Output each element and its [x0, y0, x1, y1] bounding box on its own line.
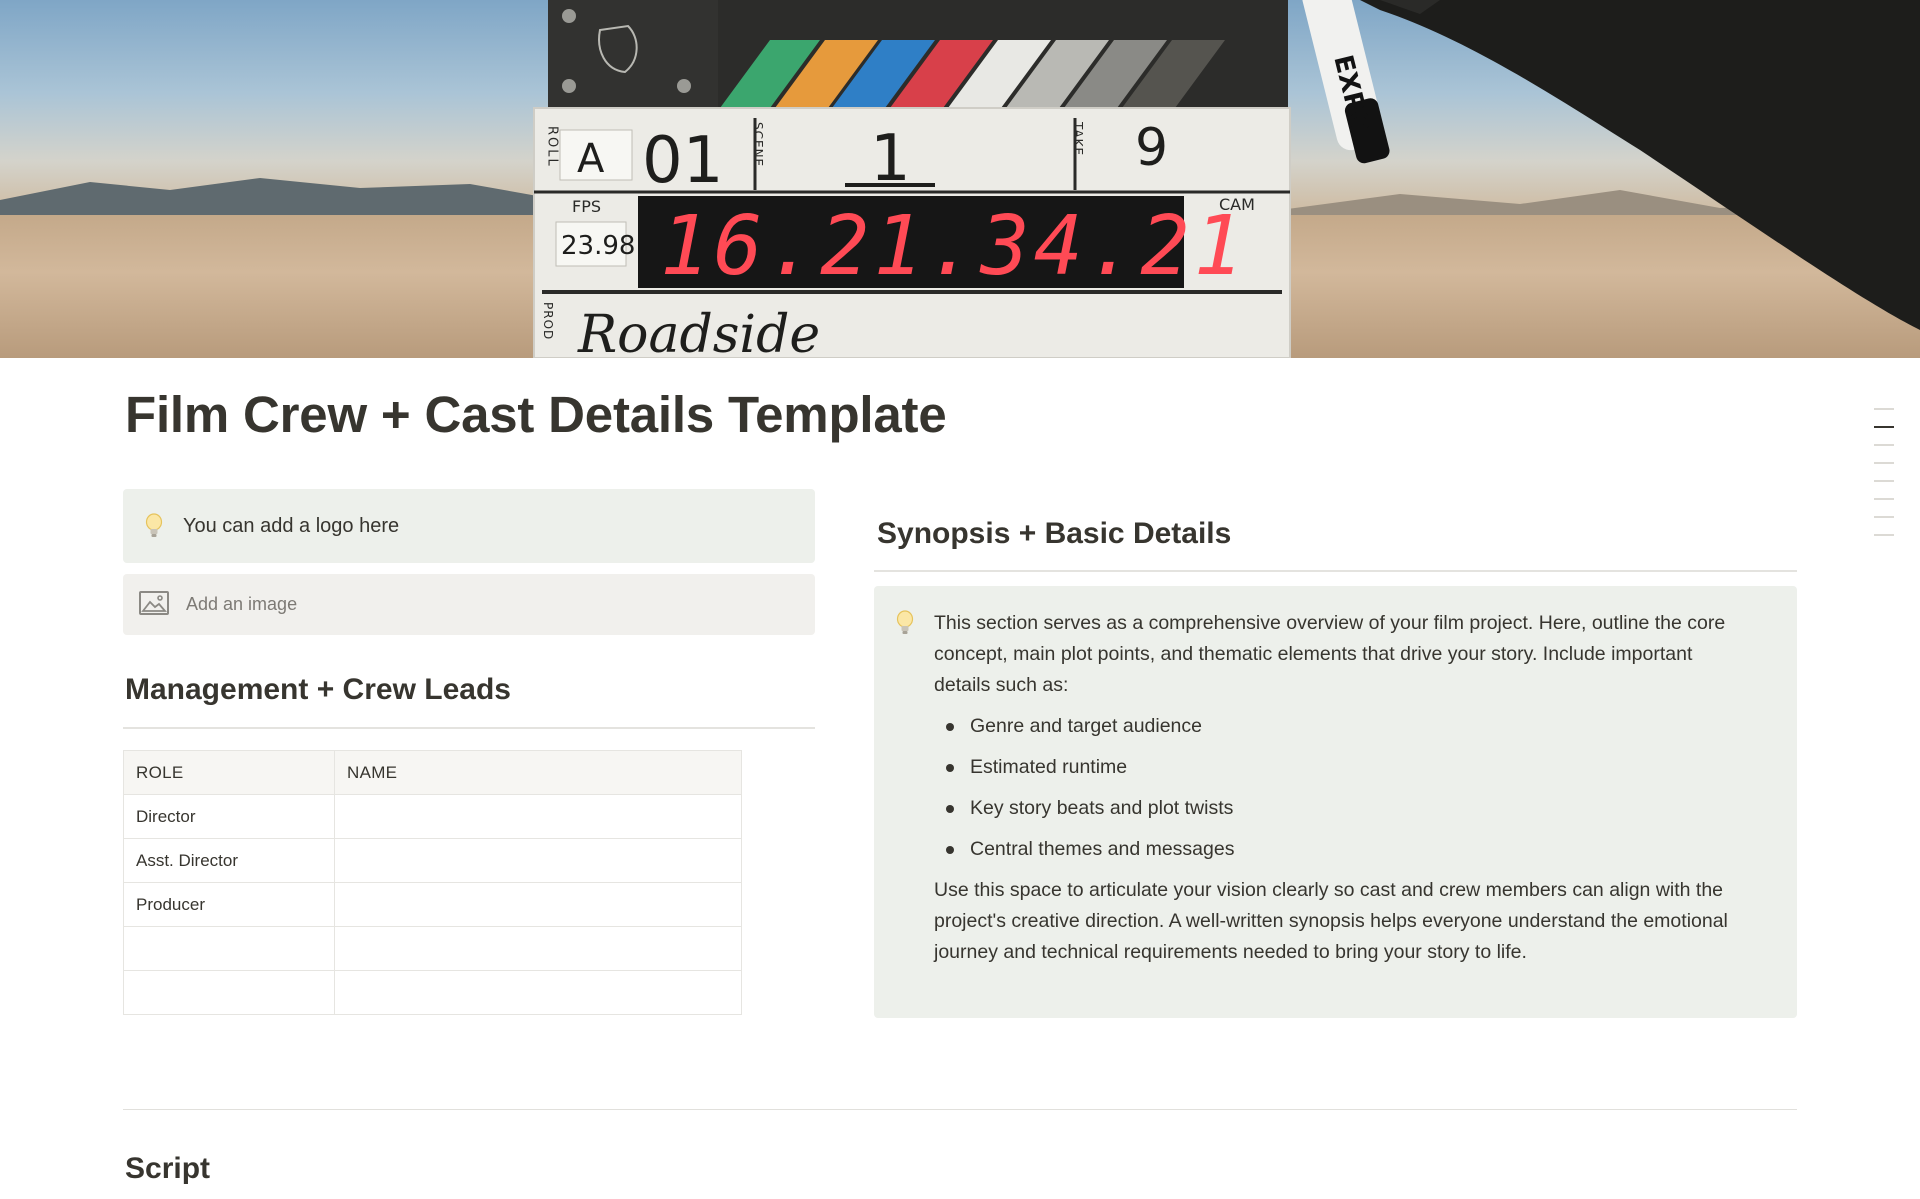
- lightbulb-icon: [145, 513, 163, 544]
- slate-take-label: TAKE: [1071, 121, 1085, 156]
- add-image-label: Add an image: [186, 594, 298, 614]
- role-cell[interactable]: Producer: [123, 882, 335, 927]
- slate-roll-label: ROLL: [545, 126, 560, 168]
- column-header-role[interactable]: ROLE: [123, 750, 335, 795]
- slate-production: Roadside: [577, 305, 820, 358]
- crew-table[interactable]: ROLE NAME Director Asst. Director Produc…: [123, 750, 742, 1015]
- clapperboard: EXPO ROLL A 01 SCENE 1 TAKE 9 FPS 23.98 …: [533, 0, 1920, 358]
- synopsis-heading-rule: [874, 570, 1797, 572]
- bullet-icon: [946, 723, 954, 731]
- table-row: [123, 970, 742, 1015]
- role-cell[interactable]: [123, 926, 335, 971]
- bullet-icon: [946, 805, 954, 813]
- bullet-text: Central themes and messages: [970, 838, 1235, 860]
- slate-fps: 23.98: [561, 231, 635, 261]
- role-cell[interactable]: [123, 970, 335, 1015]
- bullet-icon: [946, 846, 954, 854]
- table-row: Producer: [123, 882, 742, 927]
- outline-item[interactable]: [1874, 462, 1894, 464]
- logo-callout-text: You can add a logo here: [183, 515, 400, 537]
- synopsis-bullet-list: Genre and target audience Estimated runt…: [934, 711, 1754, 865]
- management-heading-rule: [123, 727, 815, 729]
- outline-item[interactable]: [1874, 516, 1894, 518]
- outline-item[interactable]: [1874, 534, 1894, 536]
- name-cell[interactable]: [334, 794, 742, 839]
- list-item[interactable]: Genre and target audience: [934, 711, 1754, 742]
- slate-scene-label: SCENE: [751, 122, 765, 167]
- outline-item[interactable]: [1874, 444, 1894, 446]
- column-header-name[interactable]: NAME: [334, 750, 742, 795]
- slate-timecode: 16.21.34.21: [660, 199, 1247, 294]
- outline-item[interactable]: [1874, 498, 1894, 500]
- marker-icon: EXPO: [1302, 0, 1390, 164]
- role-cell[interactable]: Director: [123, 794, 335, 839]
- synopsis-callout[interactable]: This section serves as a comprehensive o…: [874, 586, 1797, 1018]
- add-image-button[interactable]: Add an image: [123, 574, 815, 635]
- slate-roll: A: [577, 136, 605, 182]
- synopsis-body: This section serves as a comprehensive o…: [934, 608, 1754, 968]
- list-item[interactable]: Estimated runtime: [934, 752, 1754, 783]
- list-item[interactable]: Central themes and messages: [934, 834, 1754, 865]
- slate-scene-number: 01: [642, 124, 723, 198]
- synopsis-heading[interactable]: Synopsis + Basic Details: [877, 517, 1231, 551]
- image-icon: [139, 591, 169, 620]
- outline-item[interactable]: [1874, 408, 1894, 410]
- table-header-row: ROLE NAME: [123, 750, 742, 795]
- bullet-icon: [946, 764, 954, 772]
- script-heading[interactable]: Script: [125, 1152, 210, 1186]
- name-cell[interactable]: [334, 838, 742, 883]
- management-heading[interactable]: Management + Crew Leads: [125, 673, 511, 707]
- slate-prod-label: PROD: [541, 302, 555, 340]
- bullet-text: Genre and target audience: [970, 715, 1203, 737]
- list-item[interactable]: Key story beats and plot twists: [934, 793, 1754, 824]
- slate-fps-label: FPS: [572, 197, 601, 216]
- cover-image: EXPO ROLL A 01 SCENE 1 TAKE 9 FPS 23.98 …: [0, 0, 1920, 358]
- name-cell[interactable]: [334, 926, 742, 971]
- page-title[interactable]: Film Crew + Cast Details Template: [125, 385, 947, 444]
- name-cell[interactable]: [334, 882, 742, 927]
- slate-take: 9: [1135, 118, 1168, 178]
- synopsis-intro[interactable]: This section serves as a comprehensive o…: [934, 608, 1754, 701]
- table-row: Asst. Director: [123, 838, 742, 883]
- role-cell[interactable]: Asst. Director: [123, 838, 335, 883]
- synopsis-outro[interactable]: Use this space to articulate your vision…: [934, 875, 1754, 968]
- section-divider: [123, 1109, 1797, 1110]
- outline-item[interactable]: [1874, 480, 1894, 482]
- table-row: [123, 926, 742, 971]
- bullet-text: Estimated runtime: [970, 756, 1128, 778]
- table-row: Director: [123, 794, 742, 839]
- logo-callout[interactable]: You can add a logo here: [123, 489, 815, 563]
- name-cell[interactable]: [334, 970, 742, 1015]
- page-outline[interactable]: [1874, 408, 1896, 552]
- slate-cam-label: CAM: [1219, 195, 1255, 214]
- lightbulb-icon: [896, 610, 914, 641]
- bullet-text: Key story beats and plot twists: [970, 797, 1234, 819]
- outline-item-active[interactable]: [1874, 426, 1894, 428]
